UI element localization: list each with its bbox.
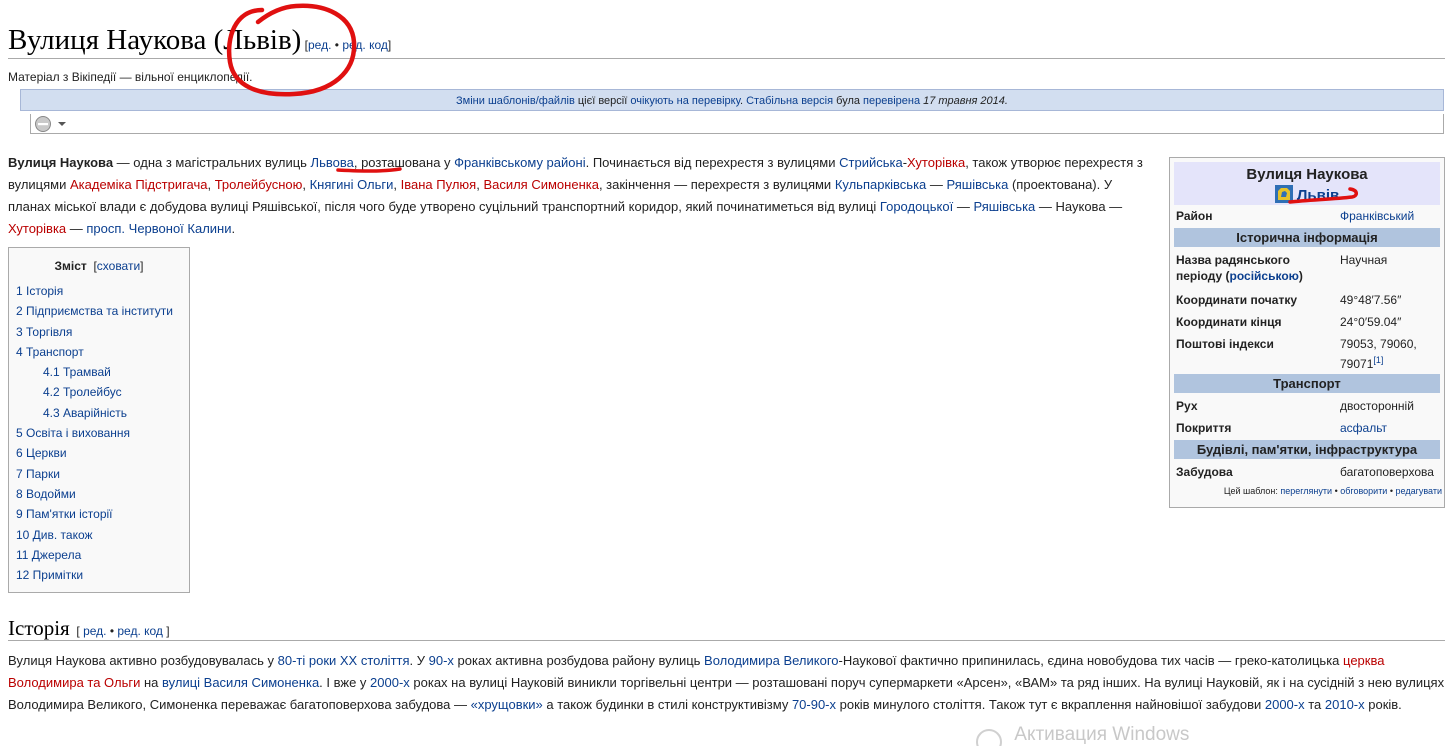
toc-title: Зміст [сховати] xyxy=(54,259,144,273)
flagged-link-stable[interactable]: Стабільна версія xyxy=(746,95,833,107)
link-khutorivka[interactable]: Хуторівка xyxy=(907,155,965,170)
toc-hide-link[interactable]: сховати xyxy=(97,259,140,273)
link-troleibusna[interactable]: Тролейбусною xyxy=(215,177,303,192)
flagged-link-changes[interactable]: Зміни шаблонів/файлів xyxy=(456,95,575,107)
title-edit-links: [ред. • ред. код] xyxy=(301,38,392,52)
page-title-text: Вулиця Наукова (Львів) xyxy=(8,24,302,56)
infobox-section-buildings: Будівлі, пам'ятки, інфраструктура xyxy=(1174,440,1440,459)
toc-item: 11 Джерела xyxy=(16,547,82,562)
template-edit-link[interactable]: редагувати xyxy=(1396,486,1443,496)
toc-item: 2 Підприємства та інститути xyxy=(16,304,173,319)
toc-item: 1 Історія xyxy=(16,284,64,298)
page-title: Вулиця Наукова (Львів) [ред. • ред. код] xyxy=(8,20,1445,59)
windows-logo-icon xyxy=(976,729,1002,746)
flagged-toggle-bar xyxy=(30,114,1444,134)
edit-code-link[interactable]: ред. код xyxy=(342,38,388,52)
toc-item: 3 Торгівля xyxy=(16,324,73,339)
toc-item: 6 Церкви xyxy=(16,446,67,461)
toc-list: 1 Історія 2 Підприємства та інститути 3 … xyxy=(9,281,189,585)
history-edit-links: [ ред. • ред. код ] xyxy=(69,624,170,638)
link-frankivskyi[interactable]: Франківському районі xyxy=(454,155,585,170)
table-of-contents: Зміст [сховати] 1 Історія 2 Підприємства… xyxy=(8,247,190,593)
link-stryiska[interactable]: Стрийська xyxy=(839,155,903,170)
link-2000s[interactable]: 2000-х xyxy=(370,675,410,690)
infobox-section-history: Історична інформація xyxy=(1174,228,1440,247)
site-tagline: Матеріал з Вікіпедії — вільної енциклопе… xyxy=(8,70,253,84)
toc-item: 8 Водойми xyxy=(16,486,76,501)
link-90s[interactable]: 90-х xyxy=(429,653,454,668)
toc-item: 4 Транспорт xyxy=(16,344,84,359)
windows-activation-watermark: Активация Windows xyxy=(975,722,1189,746)
link-horodotska[interactable]: Городоцької xyxy=(880,199,953,214)
link-chervonoi-kalyny[interactable]: просп. Червоної Калини xyxy=(86,221,231,236)
flagged-revs-notice: Зміни шаблонів/файлів цієї версії очікую… xyxy=(20,89,1444,111)
link-pulyuya[interactable]: Івана Пулюя xyxy=(401,177,477,192)
infobox-title: Вулиця Наукова Львів xyxy=(1174,162,1440,205)
infobox-template-footer: Цей шаблон: переглянути • обговорити • р… xyxy=(1223,486,1443,496)
infobox: Вулиця Наукова Львів Район Франківський І… xyxy=(1169,157,1445,508)
flagged-link-pending[interactable]: очікують на перевірку xyxy=(630,95,740,107)
link-khutorivka-2[interactable]: Хуторівка xyxy=(8,221,66,236)
flagged-link-checked[interactable]: перевірена xyxy=(863,95,920,107)
link-volodymyra-velykoho[interactable]: Володимира Великого xyxy=(704,653,838,668)
template-discuss-link[interactable]: обговорити xyxy=(1340,486,1387,496)
toc-item: 10 Див. також xyxy=(16,527,93,542)
toc-item: 9 Пам'ятки історії xyxy=(16,507,113,522)
link-symonenka[interactable]: Василя Симоненка xyxy=(483,177,599,192)
link-70-90s[interactable]: 70-90-х xyxy=(792,697,836,712)
link-ryashivska[interactable]: Ряшівська xyxy=(947,177,1009,192)
infobox-section-transport: Транспорт xyxy=(1174,374,1440,393)
toc-subitem: 4.2 Тролейбус xyxy=(43,385,122,400)
district-link[interactable]: Франківський xyxy=(1340,209,1414,223)
history-paragraph: Вулиця Наукова активно розбудовувалась у… xyxy=(8,653,1445,712)
edit-link[interactable]: ред. xyxy=(308,38,331,52)
history-edit-link[interactable]: ред. xyxy=(83,624,106,638)
link-ryashivska-2[interactable]: Ряшівська xyxy=(973,199,1035,214)
toc-subitem: 4.3 Аварійність xyxy=(43,405,128,420)
russian-link[interactable]: російською xyxy=(1230,269,1299,283)
template-view-link[interactable]: переглянути xyxy=(1280,486,1332,496)
toc-item: 12 Примітки xyxy=(16,568,84,583)
link-lviv[interactable]: Львова xyxy=(311,155,354,170)
link-khrushchovky[interactable]: «хрущовки» xyxy=(471,697,543,712)
link-knyahyni-olhy[interactable]: Княгині Ольги xyxy=(310,177,394,192)
lead-paragraph: Вулиця Наукова — одна з магістральних ву… xyxy=(8,155,1143,236)
toc-item: 5 Освіта і виховання xyxy=(16,426,131,441)
link-akademika[interactable]: Академіка Підстригача xyxy=(70,177,208,192)
link-2000s-b[interactable]: 2000-х xyxy=(1265,697,1305,712)
history-edit-code-link[interactable]: ред. код xyxy=(117,624,163,638)
surface-link[interactable]: асфальт xyxy=(1340,421,1387,435)
toc-subitem: 4.1 Трамвай xyxy=(43,365,111,380)
link-80s[interactable]: 80-ті роки XX століття xyxy=(278,653,410,668)
lviv-coat-of-arms-icon xyxy=(1274,185,1293,203)
link-kulparkivska[interactable]: Кульпарківська xyxy=(835,177,926,192)
link-vul-symonenka[interactable]: вулиці Василя Симоненка xyxy=(162,675,319,690)
postal-ref-link[interactable]: [1] xyxy=(1373,355,1383,365)
link-2010s[interactable]: 2010-х xyxy=(1325,697,1365,712)
minus-circle-icon[interactable] xyxy=(33,115,67,133)
toc-item: 7 Парки xyxy=(16,466,60,481)
section-heading-history: Історія [ ред. • ред. код ] xyxy=(8,616,1445,641)
infobox-city-link[interactable]: Львів xyxy=(1297,187,1339,204)
